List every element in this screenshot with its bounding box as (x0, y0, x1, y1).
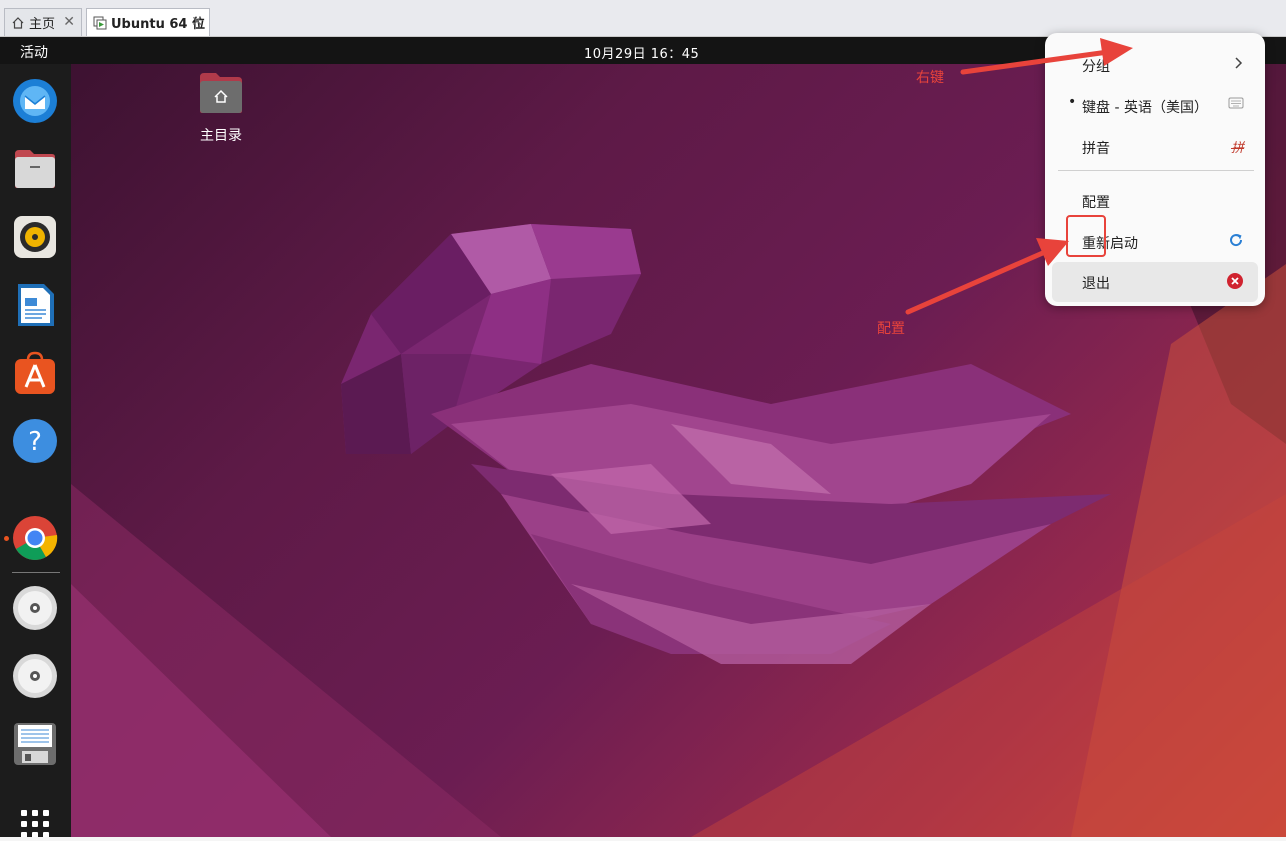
vm-tab-bar: 主页 ✕ Ubuntu 64 位 ✕ (0, 0, 1286, 37)
annotation-config: 配置 (877, 321, 905, 337)
files-icon[interactable] (12, 146, 58, 192)
home-folder-icon (200, 73, 242, 113)
running-indicator (4, 536, 9, 541)
show-apps-icon[interactable] (12, 802, 58, 837)
thunderbird-icon[interactable] (12, 78, 58, 124)
chevron-right-icon (1235, 57, 1243, 69)
menu-item-keyboard-english[interactable]: • 键盘 - 英语（美国） (1052, 86, 1258, 126)
dvd-drive-icon[interactable] (12, 653, 58, 699)
home-icon (12, 16, 24, 29)
home-folder-label: 主目录 (200, 128, 242, 144)
selected-bullet: • (1068, 94, 1077, 110)
dock: ? (0, 64, 71, 837)
close-tab-icon[interactable]: ✕ (191, 14, 203, 30)
menu-item-group[interactable]: 分组 (1052, 45, 1258, 85)
home-folder-shortcut[interactable]: 主目录 (191, 71, 251, 145)
svg-text:?: ? (28, 427, 42, 457)
close-tab-icon[interactable]: ✕ (63, 14, 75, 30)
menu-item-quit-label: 退出 (1082, 276, 1110, 292)
rhythmbox-icon[interactable] (12, 214, 58, 260)
menu-item-config-label: 配置 (1082, 195, 1110, 211)
tab-home[interactable]: 主页 ✕ (4, 8, 82, 36)
tab-home-label: 主页 (29, 17, 56, 32)
config-highlight-box (1066, 215, 1106, 257)
keyboard-icon (1228, 97, 1244, 109)
bottom-strip (0, 837, 1286, 841)
close-circle-icon (1227, 273, 1243, 289)
floppy-drive-icon[interactable] (12, 721, 58, 767)
activities-button[interactable]: 活动 (20, 42, 48, 62)
input-method-menu: 分组 • 键盘 - 英语（美国） 拼音 拼 配置 重新启动 退出 (1045, 33, 1265, 306)
menu-item-quit[interactable]: 退出 (1052, 262, 1258, 302)
menu-item-pinyin-label: 拼音 (1082, 141, 1110, 157)
chrome-icon[interactable] (12, 515, 58, 561)
menu-item-group-label: 分组 (1082, 59, 1110, 75)
tab-ubuntu[interactable]: Ubuntu 64 位 ✕ (86, 8, 210, 36)
dock-separator (12, 572, 60, 573)
libreoffice-writer-icon[interactable] (12, 282, 58, 328)
menu-item-pinyin[interactable]: 拼音 拼 (1052, 127, 1258, 167)
pinyin-icon: 拼 (1230, 141, 1244, 156)
menu-item-keyboard-label: 键盘 - 英语（美国） (1082, 100, 1208, 116)
help-icon[interactable]: ? (12, 418, 58, 464)
vm-icon (93, 16, 107, 29)
refresh-icon (1230, 234, 1243, 247)
clock[interactable]: 10月29日 16：45 (584, 43, 699, 62)
menu-separator (1058, 170, 1254, 171)
app-center-icon[interactable] (12, 350, 58, 396)
annotation-right-click: 右键 (916, 70, 944, 86)
dvd-drive-icon[interactable] (12, 585, 58, 631)
